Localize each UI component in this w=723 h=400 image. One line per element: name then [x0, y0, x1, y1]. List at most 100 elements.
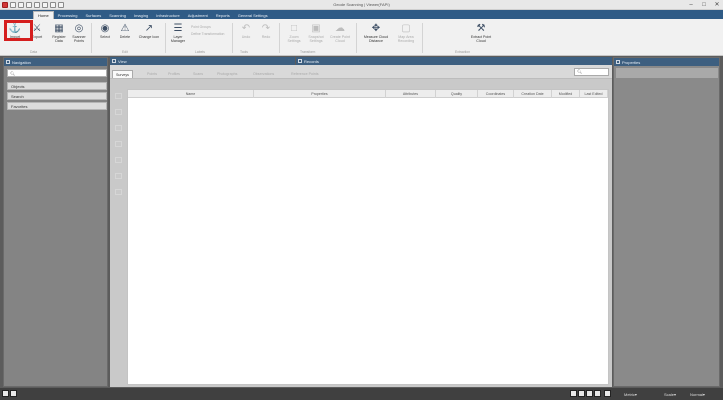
change-icon: ↗: [144, 22, 154, 34]
tab-surveys[interactable]: Surveys: [112, 70, 133, 78]
record-toolbar: [113, 93, 125, 205]
layout-icon[interactable]: [570, 390, 577, 397]
column-header-properties[interactable]: Properties: [254, 90, 386, 98]
undo-icon: ↶: [241, 22, 251, 34]
close-icon[interactable]: ✕: [713, 1, 721, 8]
add-icon[interactable]: [115, 93, 122, 99]
properties-toolbar: [616, 68, 718, 78]
layout-icon[interactable]: [604, 390, 611, 397]
tab-infrastructure[interactable]: Infrastructure: [152, 11, 184, 19]
delete-row-icon[interactable]: [115, 189, 122, 195]
tab-points[interactable]: Points: [144, 70, 160, 78]
window-controls: – □ ✕: [687, 1, 721, 9]
delete-icon: ⚠: [120, 22, 130, 34]
records-area: Surveys Points Profiles Scans Photograph…: [110, 65, 612, 387]
column-header-attributes[interactable]: Attributes: [386, 90, 436, 98]
select-button[interactable]: ◉ Select: [95, 22, 115, 52]
copy-icon[interactable]: [115, 125, 122, 131]
layout-icon[interactable]: [586, 390, 593, 397]
tab-home[interactable]: Home: [33, 11, 54, 19]
measure-cloud-distance-button[interactable]: ✥ Measure Cloud Distance: [362, 22, 390, 52]
navigation-header: Navigation: [4, 58, 107, 66]
create-point-cloud-button[interactable]: ☁ Create Point Cloud: [330, 22, 350, 52]
register-icon: ▦: [54, 22, 64, 34]
register-data-button[interactable]: ▦ Register Data: [49, 22, 69, 52]
nav-item-objects[interactable]: Objects: [7, 82, 107, 90]
minimize-icon[interactable]: –: [687, 1, 695, 8]
ribbon-separator: [165, 23, 166, 53]
layer-icon: ☰: [173, 22, 183, 34]
panel-icon: [616, 60, 620, 64]
grid-header: Name Properties Attributes Quality Coord…: [128, 90, 608, 98]
tab-photographs[interactable]: Photographs: [214, 70, 240, 78]
tab-imaging[interactable]: Imaging: [130, 11, 152, 19]
column-header-creation-date[interactable]: Creation Date: [514, 90, 552, 98]
tab-profiles[interactable]: Profiles: [165, 70, 183, 78]
units-dropdown[interactable]: Metric ▾: [624, 390, 637, 398]
application-window: Geode Scanning | Viewer(FAPI) – □ ✕ FILE…: [0, 0, 723, 400]
filter-icon[interactable]: [115, 141, 122, 147]
records-grid[interactable]: Name Properties Attributes Quality Coord…: [127, 89, 609, 385]
search-icon: 🔍︎: [10, 70, 16, 76]
ribbon-separator: [91, 23, 92, 53]
tab-processing[interactable]: Processing: [54, 11, 82, 19]
undo-button[interactable]: ↶ Undo: [236, 22, 256, 52]
layout-icon[interactable]: [594, 390, 601, 397]
column-header-quality[interactable]: Quality: [436, 90, 478, 98]
properties-header: Properties: [614, 58, 719, 66]
tab-surfaces[interactable]: Surfaces: [81, 11, 105, 19]
status-app-icon: [2, 390, 9, 397]
import-highlight: [4, 20, 33, 41]
ribbon-separator: [422, 23, 423, 53]
records-header: Records: [296, 57, 612, 65]
ribbon-separator: [232, 23, 233, 53]
status-notification-icon[interactable]: [10, 390, 17, 397]
records-tabs: Surveys Points Profiles Scans Photograph…: [110, 65, 612, 79]
tab-reports[interactable]: Reports: [212, 11, 234, 19]
status-bar: Metric ▾ Scale ▾ Normal ▾: [0, 388, 723, 400]
title-bar: Geode Scanning | Viewer(FAPI) – □ ✕: [0, 0, 723, 10]
zoom-settings-button[interactable]: □ Zoom Settings: [284, 22, 304, 52]
mode-dropdown[interactable]: Normal ▾: [690, 390, 705, 398]
export-list-icon[interactable]: [115, 173, 122, 179]
nav-item-favorites[interactable]: Favorites: [7, 102, 107, 110]
column-header-name[interactable]: Name: [128, 90, 254, 98]
map-area-recording-button[interactable]: ▢ Map Area Recording: [394, 22, 418, 52]
properties-panel: Properties: [613, 57, 720, 387]
measure-icon: ✥: [371, 22, 381, 34]
navigation-panel: Navigation 🔍︎ Objects Search Favorites: [3, 57, 108, 387]
change-icon-button[interactable]: ↗ Change Icon: [137, 22, 161, 52]
snapshot-settings-button[interactable]: ▣ Snapshot Settings: [306, 22, 326, 52]
layout-icon[interactable]: [578, 390, 585, 397]
tab-scans[interactable]: Scans: [190, 70, 206, 78]
tab-scanning[interactable]: Scanning: [105, 11, 130, 19]
cloud-icon: ☁: [335, 22, 345, 34]
column-header-modified[interactable]: Modified: [552, 90, 580, 98]
search-icon: 🔍︎: [577, 69, 583, 74]
delete-button[interactable]: ⚠ Delete: [115, 22, 135, 52]
redo-button[interactable]: ↷ Redo: [256, 22, 276, 52]
column-header-coordinates[interactable]: Coordinates: [478, 90, 514, 98]
maximize-icon[interactable]: □: [700, 1, 708, 8]
ribbon-separator: [279, 23, 280, 53]
tab-general-settings[interactable]: General Settings: [234, 11, 272, 19]
panel-icon: [298, 59, 302, 63]
tab-adjustment[interactable]: Adjustment: [184, 11, 212, 19]
scanner-points-button[interactable]: ◎ Scanner Points: [69, 22, 89, 52]
records-search-input[interactable]: 🔍︎: [574, 68, 609, 76]
navigation-search-input[interactable]: 🔍︎: [7, 69, 107, 77]
scale-dropdown[interactable]: Scale ▾: [664, 390, 676, 398]
redo-icon: ↷: [261, 22, 271, 34]
edit-icon[interactable]: [115, 109, 122, 115]
layer-manager-button[interactable]: ☰ Layer Manager: [168, 22, 188, 52]
map-icon: ▢: [401, 22, 411, 34]
view-header: View: [110, 57, 295, 65]
nav-item-search[interactable]: Search: [7, 92, 107, 100]
refresh-icon[interactable]: [115, 157, 122, 163]
export-icon: ⚔: [32, 22, 42, 34]
extract-point-cloud-button[interactable]: ⚒ Extract Point Cloud: [466, 22, 496, 52]
tab-reference-points[interactable]: Reference Points: [288, 70, 322, 78]
tab-observations[interactable]: Observations: [250, 70, 277, 78]
column-header-last-edited[interactable]: Last Edited: [580, 90, 608, 98]
ribbon: ⚓ Import ⚔ Export ▦ Register Data ◎ Scan…: [0, 19, 723, 56]
